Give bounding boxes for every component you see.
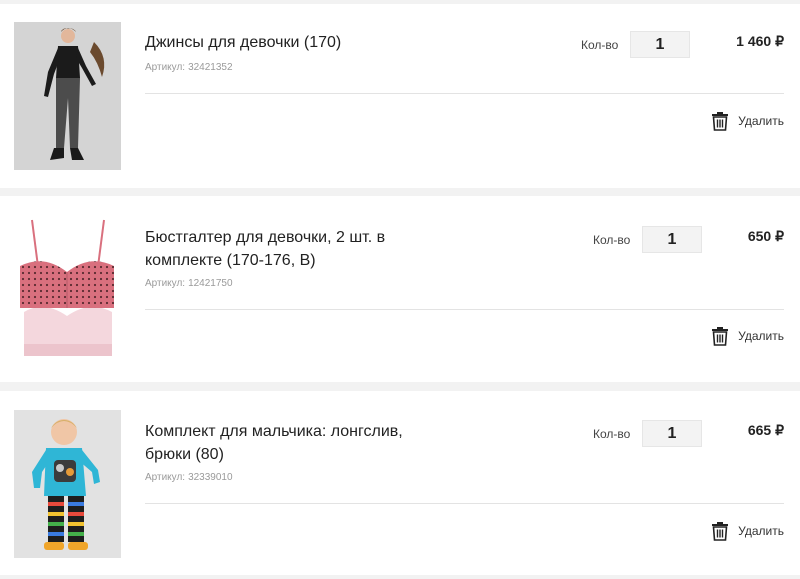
delete-button[interactable]: Удалить (711, 326, 784, 346)
product-price: 650 ₽ (747, 228, 784, 244)
cart-item: Бюстгалтер для девочки, 2 шт. в комплект… (0, 196, 800, 382)
sku-label: Артикул: (145, 62, 186, 73)
quantity-label: Кол-во (581, 38, 619, 52)
trash-icon (712, 522, 729, 541)
product-title[interactable]: Комплект для мальчика: лонгслив, брюки (… (145, 420, 405, 466)
product-price: 665 ₽ (747, 422, 784, 438)
product-title[interactable]: Джинсы для девочки (170) (145, 31, 405, 54)
product-sku: Артикул: 32339010 (145, 472, 233, 483)
divider (145, 503, 784, 504)
cart-item: Комплект для мальчика: лонгслив, брюки (… (0, 391, 800, 575)
trash-icon (712, 327, 729, 346)
quantity-input[interactable]: 1 (630, 31, 690, 58)
product-sku: Артикул: 32421352 (145, 62, 233, 73)
sku-value: 12421750 (188, 278, 233, 289)
bra-set-photo (14, 216, 121, 364)
sku-label: Артикул: (145, 278, 186, 289)
girl-jeans-photo (14, 22, 121, 170)
delete-label: Удалить (738, 329, 784, 343)
product-sku: Артикул: 12421750 (145, 278, 233, 289)
delete-button[interactable]: Удалить (711, 521, 784, 541)
trash-icon (712, 112, 729, 131)
sku-value: 32339010 (188, 472, 233, 483)
delete-label: Удалить (738, 524, 784, 538)
cart-item: Джинсы для девочки (170) Артикул: 3242135… (0, 4, 800, 188)
sku-label: Артикул: (145, 472, 186, 483)
product-image[interactable] (14, 22, 121, 170)
delete-label: Удалить (738, 114, 784, 128)
product-image[interactable] (14, 216, 121, 364)
quantity-label: Кол-во (593, 427, 631, 441)
quantity-label: Кол-во (593, 233, 631, 247)
divider (145, 93, 784, 94)
product-title[interactable]: Бюстгалтер для девочки, 2 шт. в комплект… (145, 226, 405, 272)
product-image[interactable] (14, 410, 121, 558)
quantity-input[interactable]: 1 (642, 226, 702, 253)
boy-set-photo (14, 410, 121, 558)
divider (145, 309, 784, 310)
product-price: 1 460 ₽ (736, 33, 784, 49)
sku-value: 32421352 (188, 62, 233, 73)
delete-button[interactable]: Удалить (711, 111, 784, 131)
quantity-input[interactable]: 1 (642, 420, 702, 447)
